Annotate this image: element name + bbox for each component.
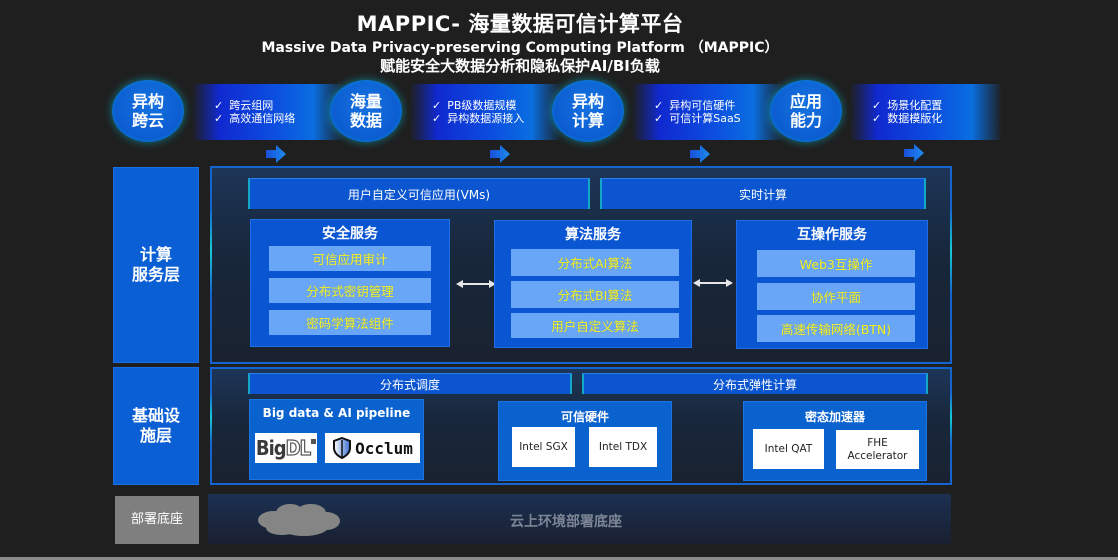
shield-icon (333, 437, 352, 459)
feature-panel-massive-data: ✓ PB级数据规模 ✓ 异构数据源接入 (410, 84, 562, 140)
feature-point: 可信计算SaaS (669, 112, 741, 125)
check-icon: ✓ (432, 99, 442, 112)
service-item: 协作平面 (757, 283, 915, 310)
hw-fhe-accelerator: FHE Accelerator (836, 430, 919, 469)
feature-panel-cross-cloud: ✓ 跨云组网 ✓ 高效通信网络 (192, 84, 344, 140)
service-title: 算法服务 (565, 227, 621, 243)
infra-title: Big data & AI pipeline (262, 406, 411, 420)
hw-intel-qat: Intel QAT (753, 429, 824, 469)
service-item: Web3互操作 (757, 250, 915, 277)
bigdl-logo: BigDL (255, 433, 317, 463)
feature-panel-heterogeneous-compute: ✓ 异构可信硬件 ✓ 可信计算SaaS (632, 84, 784, 140)
occlum-logo: Occlum (325, 433, 420, 463)
page-title: MAPPIC- 海量数据可信计算平台 (356, 12, 684, 36)
feature-circle-heterogeneous-compute: 异构 计算 (552, 80, 624, 142)
logo-square-icon (311, 438, 317, 444)
arrow-right-icon (690, 145, 710, 163)
service-security: 安全服务 可信应用审计 分布式密钥管理 密码学算法组件 (250, 219, 450, 347)
service-item: 可信应用审计 (269, 246, 431, 271)
service-item: 用户自定义算法 (511, 313, 679, 338)
feature-point: 数据模版化 (887, 112, 943, 125)
check-icon: ✓ (872, 112, 882, 125)
service-interoperability: 互操作服务 Web3互操作 协作平面 高速传输网络(BTN) (736, 220, 928, 349)
layer-label-deploy: 部署底座 (115, 496, 199, 544)
feature-circle-cross-cloud: 异构 跨云 (112, 80, 184, 142)
circle-label-line1: 应用 (789, 92, 822, 111)
check-icon: ✓ (654, 112, 664, 125)
bidirectional-arrow-icon (456, 280, 496, 288)
feature-point: 异构可信硬件 (669, 99, 736, 112)
check-icon: ✓ (214, 99, 224, 112)
bar-user-trusted-apps: 用户自定义可信应用(VMs) (248, 178, 590, 209)
page-title-english: Massive Data Privacy-preserving Computin… (261, 40, 779, 56)
service-item: 分布式密钥管理 (269, 278, 431, 303)
arrow-right-icon (266, 145, 286, 163)
arrow-right-icon (490, 145, 510, 163)
circle-label-line2: 数据 (349, 111, 382, 130)
deploy-label: 云上环境部署底座 (510, 514, 622, 530)
check-icon: ✓ (214, 112, 224, 125)
circle-label-line2: 跨云 (131, 111, 164, 130)
feature-point: PB级数据规模 (447, 99, 517, 112)
check-icon: ✓ (872, 99, 882, 112)
layer-label-line1: 基础设 (131, 406, 180, 425)
circle-label-line2: 能力 (789, 111, 822, 130)
bar-elastic-compute: 分布式弹性计算 (582, 373, 928, 394)
infra-trusted-hardware: 可信硬件 Intel SGX Intel TDX (498, 401, 672, 481)
service-item: 分布式AI算法 (511, 249, 679, 276)
check-icon: ✓ (654, 99, 664, 112)
arrow-right-icon (904, 144, 924, 162)
infra-title: 密态加速器 (804, 410, 865, 424)
layer-label-line2: 服务层 (131, 265, 180, 284)
layer-label-infra: 基础设 施层 (114, 368, 198, 484)
feature-point: 场景化配置 (887, 99, 943, 112)
service-title: 互操作服务 (797, 227, 867, 243)
circle-label-line1: 异构 (131, 92, 164, 111)
service-item: 分布式BI算法 (511, 281, 679, 308)
layer-label-compute: 计算 服务层 (114, 168, 198, 362)
feature-circle-application: 应用 能力 (770, 80, 842, 142)
infra-title: 可信硬件 (560, 410, 609, 424)
circle-label-line1: 异构 (571, 92, 604, 111)
layer-label-line1: 计算 (139, 245, 172, 264)
hw-intel-sgx: Intel SGX (512, 427, 575, 467)
feature-point: 跨云组网 (229, 99, 274, 112)
service-title: 安全服务 (322, 226, 378, 242)
service-item: 密码学算法组件 (269, 310, 431, 335)
page-subtitle: 赋能安全大数据分析和隐私保护AI/BI负载 (380, 57, 660, 75)
infra-accelerator: 密态加速器 Intel QAT FHE Accelerator (743, 401, 927, 481)
check-icon: ✓ (432, 112, 442, 125)
circle-label-line1: 海量 (349, 92, 382, 111)
hw-intel-tdx: Intel TDX (589, 427, 657, 467)
circle-label-line2: 计算 (571, 111, 604, 130)
bar-realtime-compute: 实时计算 (600, 178, 926, 209)
service-algorithm: 算法服务 分布式AI算法 分布式BI算法 用户自定义算法 (494, 220, 692, 348)
cloud-icon (258, 504, 340, 536)
feature-panel-application: ✓ 场景化配置 ✓ 数据模版化 (850, 84, 1002, 140)
infra-pipeline: Big data & AI pipeline BigDL Occlum (249, 399, 424, 480)
feature-point: 异构数据源接入 (447, 112, 525, 125)
feature-point: 高效通信网络 (229, 112, 296, 125)
layer-label-line2: 施层 (139, 426, 172, 445)
service-item: 高速传输网络(BTN) (757, 315, 915, 342)
feature-circle-massive-data: 海量 数据 (330, 80, 402, 142)
bidirectional-arrow-icon (693, 279, 733, 287)
bar-distributed-scheduling: 分布式调度 (248, 373, 572, 394)
